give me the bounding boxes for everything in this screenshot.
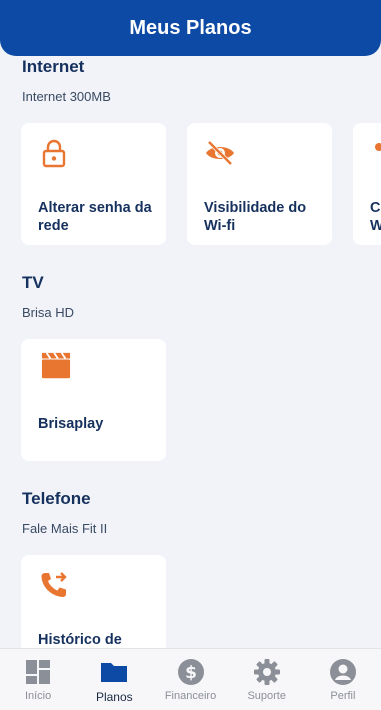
phone-forward-icon (41, 572, 67, 597)
change-wifi-password-label: Alterar senha da rede (38, 200, 152, 234)
phone-plan-name: Fale Mais Fit II (22, 521, 108, 536)
nav-label-inicio: Início (24, 690, 52, 702)
phone-section-title: Telefone (22, 489, 91, 508)
partial-card-label: Co W (370, 200, 381, 234)
svg-text:$: $ (185, 663, 197, 683)
nav-label-financeiro: Financeiro (164, 690, 217, 702)
plans-content[interactable]: Internet Internet 300MB Alterar senha da… (0, 56, 381, 648)
tv-plan-name: Brisa HD (22, 305, 75, 320)
dashboard-icon (26, 660, 51, 684)
wifi-visibility-card[interactable]: Visibilidade do Wi-fi (187, 123, 332, 245)
app-header: Meus Planos (0, 0, 381, 56)
page-title: Meus Planos (129, 16, 252, 39)
nav-label-suporte: Suporte (247, 690, 286, 702)
internet-plan-name: Internet 300MB (22, 89, 111, 104)
call-history-card[interactable]: Histórico de (21, 555, 166, 648)
tv-section-title: TV (22, 273, 44, 292)
nav-item-planos[interactable]: Planos (76, 649, 152, 710)
nav-label-planos: Planos (95, 690, 133, 704)
user-icon (329, 659, 356, 685)
bottom-navigation: Início Planos $ Financeiro Suporte Perfi… (0, 648, 381, 710)
brisaplay-card[interactable]: Brisaplay (21, 339, 166, 461)
internet-section-title: Internet (22, 57, 85, 76)
partial-icon (375, 143, 381, 151)
nav-item-perfil[interactable]: Perfil (305, 649, 381, 710)
folder-icon (101, 663, 128, 682)
dollar-icon: $ (177, 659, 204, 685)
clapperboard-icon (41, 352, 71, 379)
nav-label-perfil: Perfil (330, 690, 356, 702)
call-history-label: Histórico de (38, 632, 122, 648)
nav-item-suporte[interactable]: Suporte (229, 649, 305, 710)
lock-icon (42, 139, 66, 168)
eye-off-icon (206, 140, 234, 166)
change-wifi-password-card[interactable]: Alterar senha da rede (21, 123, 166, 245)
partial-card[interactable]: Co W (353, 123, 381, 245)
wifi-visibility-label: Visibilidade do Wi-fi (204, 200, 307, 234)
brisaplay-label: Brisaplay (38, 416, 104, 432)
gear-icon (253, 659, 280, 685)
nav-item-inicio[interactable]: Início (0, 649, 76, 710)
nav-item-financeiro[interactable]: $ Financeiro (152, 649, 228, 710)
